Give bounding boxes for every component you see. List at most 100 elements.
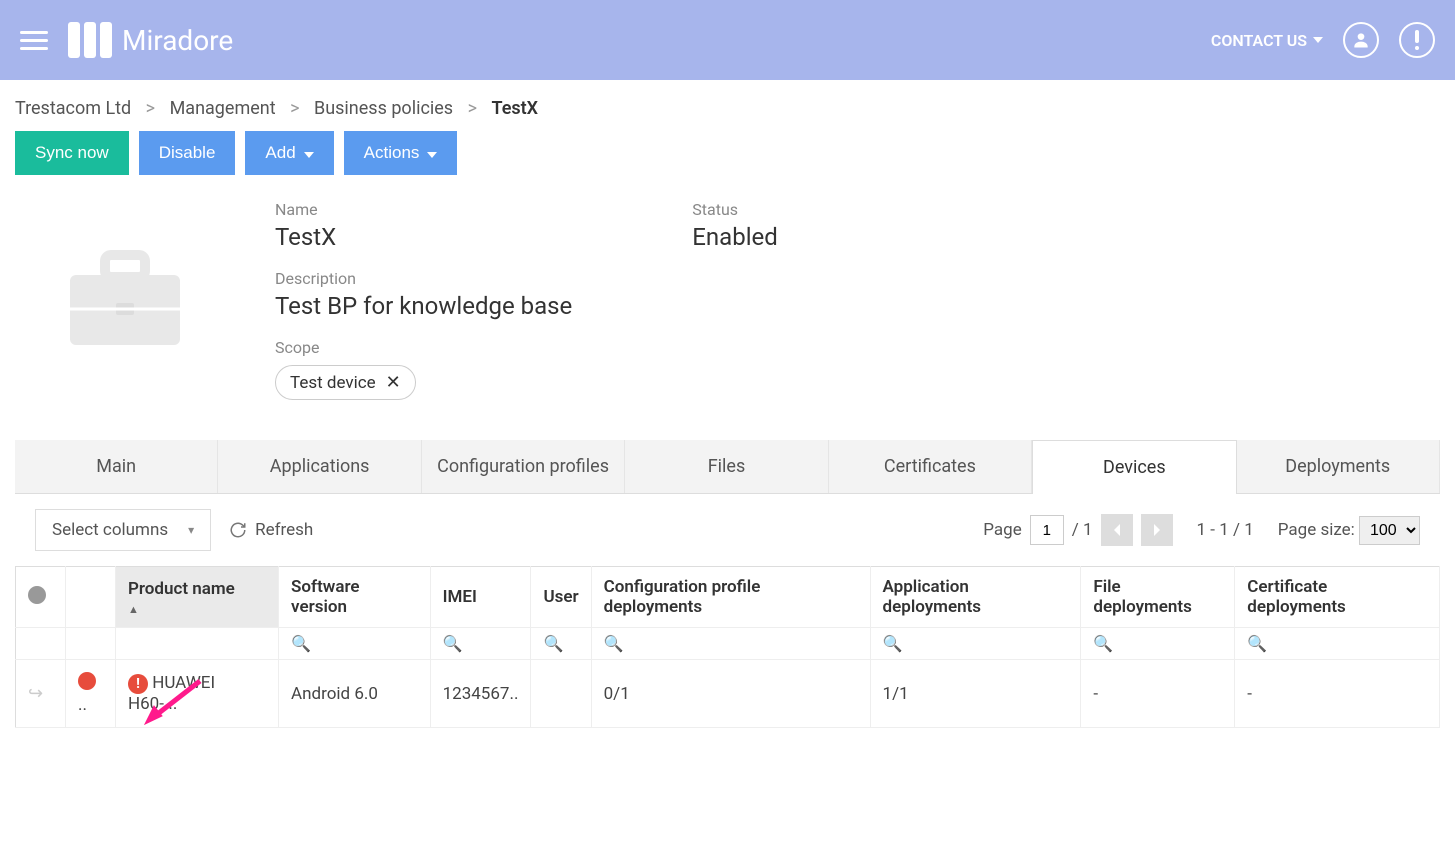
row-cert-deploy: - xyxy=(1235,660,1440,728)
action-bar: Sync now Disable Add Actions xyxy=(0,131,1455,190)
search-icon: 🔍 xyxy=(443,634,463,653)
name-value: TestX xyxy=(275,223,572,251)
table-wrap: Product name▲ Software version IMEI User… xyxy=(0,566,1455,728)
logo[interactable]: Miradore xyxy=(68,22,233,58)
devices-table: Product name▲ Software version IMEI User… xyxy=(15,566,1440,728)
column-app-deployments[interactable]: Application deployments xyxy=(870,567,1081,628)
row-config-deploy: 0/1 xyxy=(591,660,870,728)
select-all-header[interactable] xyxy=(16,567,66,628)
details-columns: Name TestX Description Test BP for knowl… xyxy=(275,200,778,400)
page-input[interactable] xyxy=(1030,515,1064,545)
brand-name: Miradore xyxy=(122,24,233,57)
row-app-deploy: 1/1 xyxy=(870,660,1081,728)
contact-us-link[interactable]: CONTACT US xyxy=(1211,31,1323,50)
select-columns-label: Select columns xyxy=(52,520,168,540)
refresh-icon xyxy=(229,521,247,539)
select-columns-dropdown[interactable]: Select columns ▾ xyxy=(35,509,211,551)
sync-now-button[interactable]: Sync now xyxy=(15,131,129,175)
filter-app[interactable]: 🔍 xyxy=(870,628,1081,660)
detail-scope: Scope Test device ✕ xyxy=(275,338,572,400)
next-page-button[interactable] xyxy=(1141,514,1173,546)
caret-down-icon xyxy=(427,143,437,163)
tab-applications[interactable]: Applications xyxy=(218,440,421,493)
column-config-deployments[interactable]: Configuration profile deployments xyxy=(591,567,870,628)
breadcrumb-management[interactable]: Management xyxy=(170,98,276,119)
column-user[interactable]: User xyxy=(531,567,591,628)
detail-col-right: Status Enabled xyxy=(692,200,778,400)
column-file-deployments[interactable]: File deployments xyxy=(1081,567,1235,628)
search-icon: 🔍 xyxy=(291,634,311,653)
row-status: .. xyxy=(66,660,116,728)
expand-arrow-icon: ↪ xyxy=(28,683,43,704)
add-button[interactable]: Add xyxy=(245,131,333,175)
status-indicator-red xyxy=(78,672,96,690)
select-all-indicator xyxy=(28,586,46,604)
page-size-label: Page size: xyxy=(1278,520,1355,540)
breadcrumb-separator: > xyxy=(468,98,477,119)
filter-file[interactable]: 🔍 xyxy=(1081,628,1235,660)
refresh-button[interactable]: Refresh xyxy=(229,520,313,540)
search-icon: 🔍 xyxy=(604,634,624,653)
close-icon[interactable]: ✕ xyxy=(386,372,401,393)
table-header-row: Product name▲ Software version IMEI User… xyxy=(16,567,1440,628)
table-row[interactable]: ↪ .. ! HUAWEI H60-... Android 6.0 123456… xyxy=(16,660,1440,728)
filter-imei[interactable]: 🔍 xyxy=(430,628,531,660)
search-icon: 🔍 xyxy=(1247,634,1267,653)
filter-software[interactable]: 🔍 xyxy=(279,628,431,660)
filter-config[interactable]: 🔍 xyxy=(591,628,870,660)
page-label: Page xyxy=(983,520,1021,540)
page-range: 1 - 1 / 1 xyxy=(1197,520,1254,540)
app-header: Miradore CONTACT US xyxy=(0,0,1455,80)
actions-button[interactable]: Actions xyxy=(344,131,458,175)
refresh-label: Refresh xyxy=(255,520,313,540)
page-size-select[interactable]: 100 xyxy=(1359,516,1420,545)
disable-button[interactable]: Disable xyxy=(139,131,236,175)
filter-user[interactable]: 🔍 xyxy=(531,628,591,660)
status-header xyxy=(66,567,116,628)
filter-cert[interactable]: 🔍 xyxy=(1235,628,1440,660)
table-toolbar: Select columns ▾ Refresh Page / 1 1 - 1 … xyxy=(15,494,1440,566)
sort-ascending-icon: ▲ xyxy=(128,603,266,616)
name-label: Name xyxy=(275,200,572,219)
toolbar-left: Select columns ▾ Refresh xyxy=(35,509,313,551)
search-icon: 🔍 xyxy=(883,634,903,653)
details-section: Name TestX Description Test BP for knowl… xyxy=(0,190,1455,440)
prev-page-button[interactable] xyxy=(1101,514,1133,546)
header-right: CONTACT US xyxy=(1211,22,1435,58)
caret-down-icon xyxy=(304,143,314,163)
breadcrumb-separator: > xyxy=(290,98,299,119)
page-total: / 1 xyxy=(1072,520,1093,540)
column-software-version[interactable]: Software version xyxy=(279,567,431,628)
scope-chip-label: Test device xyxy=(290,373,376,393)
status-label: Status xyxy=(692,200,778,219)
briefcase-icon xyxy=(15,200,235,400)
breadcrumb-org[interactable]: Trestacom Ltd xyxy=(15,98,131,119)
row-software-version: Android 6.0 xyxy=(279,660,431,728)
alert-icon[interactable] xyxy=(1399,22,1435,58)
column-product-name[interactable]: Product name▲ xyxy=(116,567,279,628)
logo-icon xyxy=(68,22,112,58)
tab-configuration-profiles[interactable]: Configuration profiles xyxy=(422,440,625,493)
hamburger-menu-icon[interactable] xyxy=(20,31,48,50)
warning-icon: ! xyxy=(128,674,148,694)
tabs: Main Applications Configuration profiles… xyxy=(15,440,1440,494)
tab-main[interactable]: Main xyxy=(15,440,218,493)
row-file-deploy: - xyxy=(1081,660,1235,728)
breadcrumb-business-policies[interactable]: Business policies xyxy=(314,98,453,119)
user-icon[interactable] xyxy=(1343,22,1379,58)
tab-deployments[interactable]: Deployments xyxy=(1237,440,1440,493)
row-expand[interactable]: ↪ xyxy=(16,660,66,728)
tab-files[interactable]: Files xyxy=(625,440,828,493)
column-imei[interactable]: IMEI xyxy=(430,567,531,628)
breadcrumb-separator: > xyxy=(146,98,155,119)
tab-devices[interactable]: Devices xyxy=(1032,440,1236,494)
search-icon: 🔍 xyxy=(1093,634,1113,653)
breadcrumb-current: TestX xyxy=(491,98,538,119)
detail-name: Name TestX xyxy=(275,200,572,251)
pager: Page / 1 xyxy=(983,514,1172,546)
search-icon: 🔍 xyxy=(543,634,563,653)
tab-certificates[interactable]: Certificates xyxy=(829,440,1032,493)
column-cert-deployments[interactable]: Certificate deployments xyxy=(1235,567,1440,628)
scope-chip[interactable]: Test device ✕ xyxy=(275,365,416,400)
page-size: Page size: 100 xyxy=(1278,516,1420,545)
